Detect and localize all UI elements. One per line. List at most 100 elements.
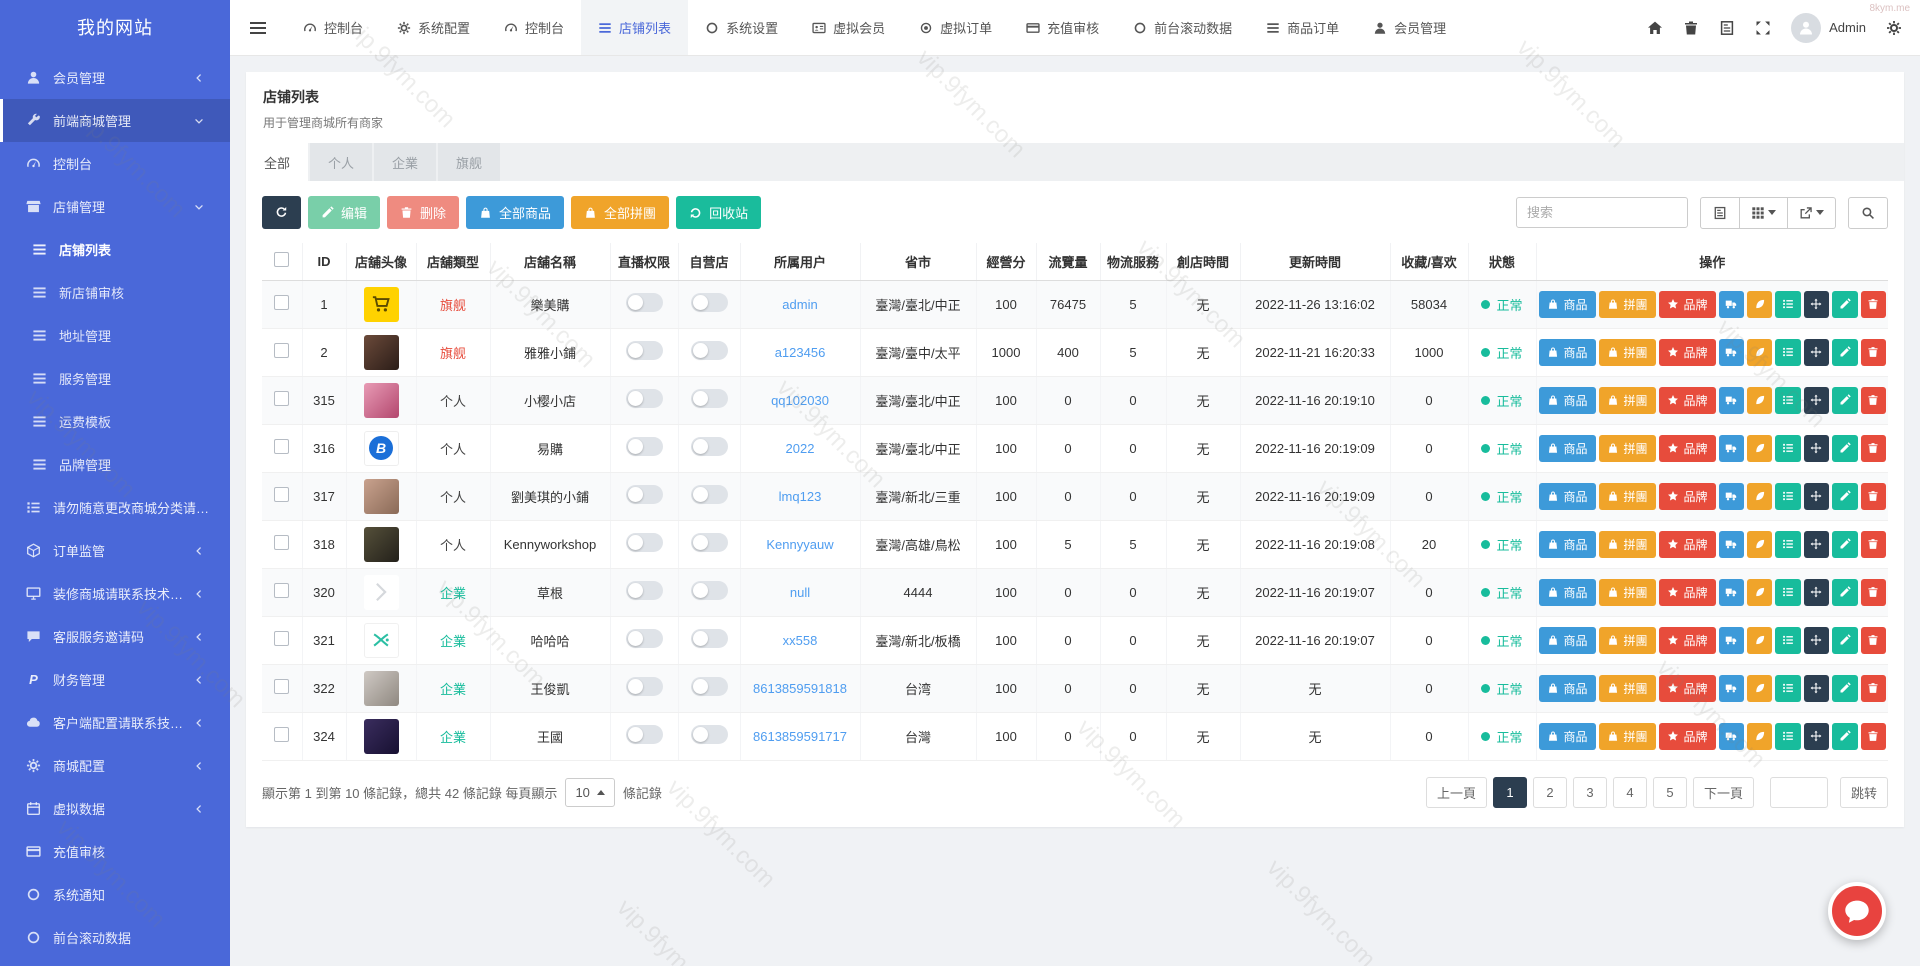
logistics-button[interactable] (1718, 578, 1744, 606)
sidebar-toggle-button[interactable] (230, 0, 286, 55)
search-input[interactable] (1516, 197, 1688, 228)
live-permission-toggle[interactable] (625, 485, 663, 504)
leaf-button[interactable] (1746, 386, 1773, 414)
select-all-checkbox[interactable] (274, 252, 290, 268)
column-header[interactable]: 更新時間 (1240, 243, 1391, 281)
goods-button[interactable]: 商品 (1538, 386, 1596, 414)
brand-button[interactable]: 品牌 (1658, 290, 1716, 318)
groupon-button[interactable]: 拼團 (1598, 722, 1656, 750)
filter-tab-0[interactable]: 全部 (246, 143, 309, 181)
top-tab-5[interactable]: 虚拟会员 (795, 0, 902, 55)
column-header[interactable]: ID (302, 243, 347, 281)
self-operated-toggle[interactable] (690, 293, 728, 312)
brand-button[interactable]: 品牌 (1658, 626, 1716, 654)
leaf-button[interactable] (1746, 434, 1773, 462)
list-button[interactable] (1775, 626, 1801, 654)
column-header[interactable]: 自营店 (678, 243, 741, 281)
column-header[interactable]: 經營分 (976, 243, 1037, 281)
top-tab-8[interactable]: 前台滚动数据 (1116, 0, 1249, 55)
move-button[interactable] (1803, 386, 1830, 414)
row-checkbox[interactable] (274, 583, 290, 598)
move-button[interactable] (1803, 530, 1830, 558)
sidebar-item-1[interactable]: 前端商城管理 (0, 99, 230, 142)
search-button[interactable] (1848, 196, 1888, 229)
owner-user-link[interactable]: Kennyyauw (766, 537, 833, 552)
leaf-button[interactable] (1746, 578, 1773, 606)
groupon-button[interactable]: 拼團 (1598, 626, 1656, 654)
live-permission-toggle[interactable] (625, 389, 663, 408)
live-permission-toggle[interactable] (625, 677, 663, 696)
top-tab-3[interactable]: 店铺列表 (581, 0, 689, 55)
chat-widget-button[interactable] (1828, 882, 1886, 940)
owner-user-link[interactable]: null (790, 585, 810, 600)
owner-user-link[interactable]: 2022 (786, 441, 815, 456)
row-checkbox[interactable] (274, 391, 290, 406)
goods-button[interactable]: 商品 (1538, 578, 1596, 606)
leaf-button[interactable] (1746, 626, 1773, 654)
delete-row-button[interactable] (1860, 674, 1886, 702)
page-button-2[interactable]: 2 (1532, 776, 1567, 808)
delete-button[interactable]: 删除 (387, 196, 460, 229)
page-button-5[interactable]: 5 (1652, 776, 1687, 808)
fullscreen-icon[interactable] (1755, 20, 1771, 36)
next-page-button[interactable]: 下一頁 (1692, 776, 1754, 808)
column-header[interactable]: 店舖名稱 (490, 243, 611, 281)
user-menu[interactable]: Admin (1791, 12, 1866, 43)
leaf-button[interactable] (1746, 722, 1773, 750)
delete-row-button[interactable] (1860, 578, 1886, 606)
sidebar-item-17[interactable]: 虚拟数据 (0, 787, 230, 830)
columns-button[interactable] (1740, 196, 1788, 229)
self-operated-toggle[interactable] (690, 677, 728, 696)
self-operated-toggle[interactable] (690, 533, 728, 552)
list-button[interactable] (1775, 386, 1801, 414)
column-header[interactable]: 店舖類型 (416, 243, 491, 281)
sidebar-item-13[interactable]: 客服服务邀请码 (0, 615, 230, 658)
list-button[interactable] (1775, 338, 1801, 366)
edit-row-button[interactable] (1832, 674, 1858, 702)
page-button-4[interactable]: 4 (1612, 776, 1647, 808)
list-button[interactable] (1775, 482, 1801, 510)
row-checkbox[interactable] (274, 631, 290, 646)
owner-user-link[interactable]: 8613859591717 (753, 729, 847, 744)
delete-row-button[interactable] (1860, 338, 1886, 366)
brand-button[interactable]: 品牌 (1658, 338, 1716, 366)
self-operated-toggle[interactable] (690, 629, 728, 648)
column-header[interactable]: 物流服務 (1100, 243, 1167, 281)
move-button[interactable] (1803, 482, 1830, 510)
top-tab-7[interactable]: 充值审核 (1009, 0, 1116, 55)
column-header[interactable]: 直播权限 (610, 243, 679, 281)
delete-row-button[interactable] (1860, 626, 1886, 654)
goods-button[interactable]: 商品 (1538, 530, 1596, 558)
brand-button[interactable]: 品牌 (1658, 674, 1716, 702)
delete-row-button[interactable] (1860, 386, 1886, 414)
row-checkbox[interactable] (274, 535, 290, 550)
move-button[interactable] (1803, 674, 1830, 702)
sidebar-item-12[interactable]: 装修商城请联系技术人员 (0, 572, 230, 615)
row-checkbox[interactable] (274, 487, 290, 502)
filter-tab-1[interactable]: 个人 (310, 143, 373, 181)
per-page-select[interactable]: 10 (565, 777, 615, 807)
owner-user-link[interactable]: admin (782, 297, 817, 312)
groupon-button[interactable]: 拼團 (1598, 290, 1656, 318)
sidebar-item-20[interactable]: 前台滚动数据 (0, 916, 230, 959)
leaf-button[interactable] (1746, 674, 1773, 702)
groupon-button[interactable]: 拼團 (1598, 386, 1656, 414)
brand-button[interactable]: 品牌 (1658, 722, 1716, 750)
live-permission-toggle[interactable] (625, 341, 663, 360)
jump-button[interactable]: 跳转 (1839, 776, 1888, 808)
refresh-button[interactable] (262, 196, 301, 229)
owner-user-link[interactable]: qq102030 (771, 393, 829, 408)
edit-row-button[interactable] (1832, 434, 1858, 462)
edit-row-button[interactable] (1832, 578, 1858, 606)
delete-row-button[interactable] (1860, 722, 1886, 750)
live-permission-toggle[interactable] (625, 725, 663, 744)
live-permission-toggle[interactable] (625, 629, 663, 648)
all-groupon-button[interactable]: 全部拼團 (571, 196, 670, 229)
self-operated-toggle[interactable] (690, 437, 728, 456)
logistics-button[interactable] (1718, 626, 1744, 654)
brand-button[interactable]: 品牌 (1658, 578, 1716, 606)
edit-row-button[interactable] (1832, 338, 1858, 366)
top-tab-1[interactable]: 系统配置 (380, 0, 487, 55)
sidebar-item-9[interactable]: 品牌管理 (0, 443, 230, 486)
self-operated-toggle[interactable] (690, 485, 728, 504)
